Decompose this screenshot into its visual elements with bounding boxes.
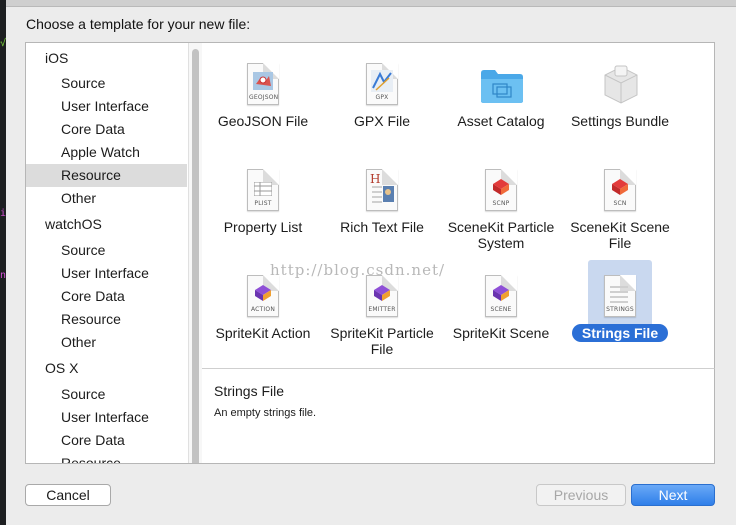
sidebar-item-ios-source[interactable]: Source xyxy=(26,72,187,95)
sidebar-item-osx-core-data[interactable]: Core Data xyxy=(26,429,187,452)
template-spritekit-particle-file[interactable]: EMITTER SpriteKit Particle File xyxy=(323,265,441,369)
settings-bundle-icon xyxy=(600,61,640,111)
window-top-strip xyxy=(0,0,736,7)
template-geojson-file[interactable]: GEOJSON GeoJSON File xyxy=(204,53,322,157)
sidebar-section-osx[interactable]: OS X xyxy=(26,357,202,380)
sidebar-item-watchos-source[interactable]: Source xyxy=(26,239,187,262)
template-rich-text-file[interactable]: H Rich Text File xyxy=(323,159,441,263)
template-label: SpriteKit Particle File xyxy=(330,325,434,357)
template-label: SceneKit Particle System xyxy=(447,219,555,251)
sidebar-section-watchos[interactable]: watchOS xyxy=(26,213,202,236)
spritekit-particle-icon: EMITTER xyxy=(362,273,402,323)
template-strings-file[interactable]: STRINGS Strings File xyxy=(561,260,679,369)
cancel-button[interactable]: Cancel xyxy=(25,484,111,506)
sidebar-item-watchos-core-data[interactable]: Core Data xyxy=(26,285,187,308)
selected-template-label: Strings File xyxy=(571,324,669,342)
sidebar-item-watchos-other[interactable]: Other xyxy=(26,331,187,354)
template-label: SpriteKit Scene xyxy=(452,325,550,341)
sidebar-item-watchos-user-interface[interactable]: User Interface xyxy=(26,262,187,285)
template-gpx-file[interactable]: GPX GPX File xyxy=(323,53,441,157)
template-label: GPX File xyxy=(353,113,410,129)
strings-file-icon: STRINGS xyxy=(600,273,640,323)
template-label: Strings File xyxy=(561,324,679,342)
description-text: An empty strings file. xyxy=(214,407,317,419)
watermark-text: http://blog.csdn.net/ xyxy=(270,261,446,279)
template-label: Property List xyxy=(223,219,303,235)
template-label: SceneKit Scene File xyxy=(570,219,670,251)
sidebar-section-ios[interactable]: iOS xyxy=(26,47,202,70)
template-label: Settings Bundle xyxy=(570,113,670,129)
description-title: Strings File xyxy=(214,383,285,399)
folder-icon xyxy=(481,61,523,111)
spritekit-action-icon: ACTION xyxy=(243,273,283,323)
next-button[interactable]: Next xyxy=(631,484,715,506)
sidebar-scrollbar[interactable] xyxy=(188,43,202,463)
sidebar-scrollbar-thumb[interactable] xyxy=(192,49,199,463)
template-scenekit-particle-system[interactable]: SCNP SceneKit Particle System xyxy=(442,159,560,263)
spritekit-scene-icon: SCENE xyxy=(481,273,521,323)
plist-file-icon: PLIST xyxy=(243,167,283,217)
template-grid[interactable]: GEOJSON GeoJSON File GPX GPX File Asset … xyxy=(202,42,715,370)
platform-category-sidebar[interactable]: iOS Source User Interface Core Data Appl… xyxy=(25,42,203,464)
dialog-title: Choose a template for your new file: xyxy=(26,16,251,32)
sidebar-item-osx-user-interface[interactable]: User Interface xyxy=(26,406,187,429)
sidebar-item-osx-source[interactable]: Source xyxy=(26,383,187,406)
template-description-panel: Strings File An empty strings file. xyxy=(202,368,715,464)
sidebar-item-ios-apple-watch[interactable]: Apple Watch xyxy=(26,141,187,164)
previous-button[interactable]: Previous xyxy=(536,484,626,506)
background-editor-edge: √ i n xyxy=(0,0,6,525)
template-label: Rich Text File xyxy=(340,219,424,235)
sidebar-item-ios-other[interactable]: Other xyxy=(26,187,187,210)
sidebar-item-ios-core-data[interactable]: Core Data xyxy=(26,118,187,141)
template-spritekit-action[interactable]: ACTION SpriteKit Action xyxy=(204,265,322,369)
scenekit-particle-icon: SCNP xyxy=(481,167,521,217)
sidebar-item-ios-user-interface[interactable]: User Interface xyxy=(26,95,187,118)
sidebar-item-ios-resource[interactable]: Resource xyxy=(26,164,187,187)
rich-text-file-icon: H xyxy=(362,167,402,217)
template-label: Asset Catalog xyxy=(457,113,545,129)
gpx-file-icon: GPX xyxy=(362,61,402,111)
template-spritekit-scene[interactable]: SCENE SpriteKit Scene xyxy=(442,265,560,369)
template-label: SpriteKit Action xyxy=(215,325,311,341)
geojson-file-icon: GEOJSON xyxy=(243,61,283,111)
template-property-list[interactable]: PLIST Property List xyxy=(204,159,322,263)
template-asset-catalog[interactable]: Asset Catalog xyxy=(442,53,560,157)
scenekit-scene-icon: SCN xyxy=(600,167,640,217)
template-label: GeoJSON File xyxy=(217,113,309,129)
template-scenekit-scene-file[interactable]: SCN SceneKit Scene File xyxy=(561,159,679,263)
sidebar-item-osx-resource[interactable]: Resource xyxy=(26,452,187,463)
sidebar-item-watchos-resource[interactable]: Resource xyxy=(26,308,187,331)
template-settings-bundle[interactable]: Settings Bundle xyxy=(561,53,679,157)
